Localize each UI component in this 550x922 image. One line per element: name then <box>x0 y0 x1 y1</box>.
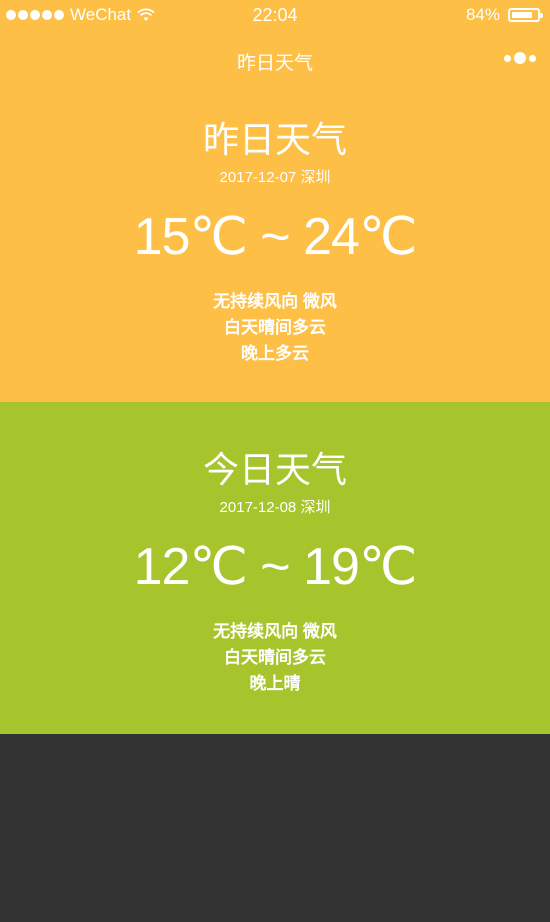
wind-info: 无持续风向 微风 <box>213 622 337 641</box>
empty-area <box>0 734 550 922</box>
card-date: 2017-12-08 深圳 <box>219 499 331 516</box>
night-weather: 晚上多云 <box>241 344 309 363</box>
nav-bar: 昨日天气 <box>0 30 550 92</box>
day-weather: 白天晴间多云 <box>224 648 326 667</box>
nav-title: 昨日天气 <box>236 52 313 74</box>
card-title: 今日天气 <box>202 449 347 490</box>
card-date: 2017-12-07 深圳 <box>219 169 331 186</box>
more-dots-icon <box>514 52 526 64</box>
night-weather: 晚上晴 <box>249 674 301 693</box>
status-time: 22:04 <box>252 4 298 25</box>
more-button[interactable] <box>504 52 536 64</box>
card-title: 昨日天气 <box>202 119 347 160</box>
battery-icon <box>508 8 543 22</box>
weather-details: 无持续风向 微风 白天晴间多云 晚上晴 <box>0 619 550 697</box>
today-weather-card: 今日天气 2017-12-08 深圳 12℃ ~ 19℃ 无持续风向 微风 白天… <box>0 402 550 734</box>
more-dots-icon <box>529 54 536 62</box>
weather-details: 无持续风向 微风 白天晴间多云 晚上多云 <box>0 289 550 367</box>
status-bar: WeChat 22:04 84% <box>0 0 550 30</box>
more-dots-icon <box>504 54 511 62</box>
battery-fill <box>512 12 532 18</box>
temperature-range: 12℃ ~ 19℃ <box>133 538 418 596</box>
day-weather: 白天晴间多云 <box>224 318 326 337</box>
temperature-range: 15℃ ~ 24℃ <box>133 208 418 266</box>
battery-cap <box>540 13 543 18</box>
yesterday-weather-card: 昨日天气 2017-12-07 深圳 15℃ ~ 24℃ 无持续风向 微风 白天… <box>0 92 550 402</box>
wind-info: 无持续风向 微风 <box>213 292 337 311</box>
